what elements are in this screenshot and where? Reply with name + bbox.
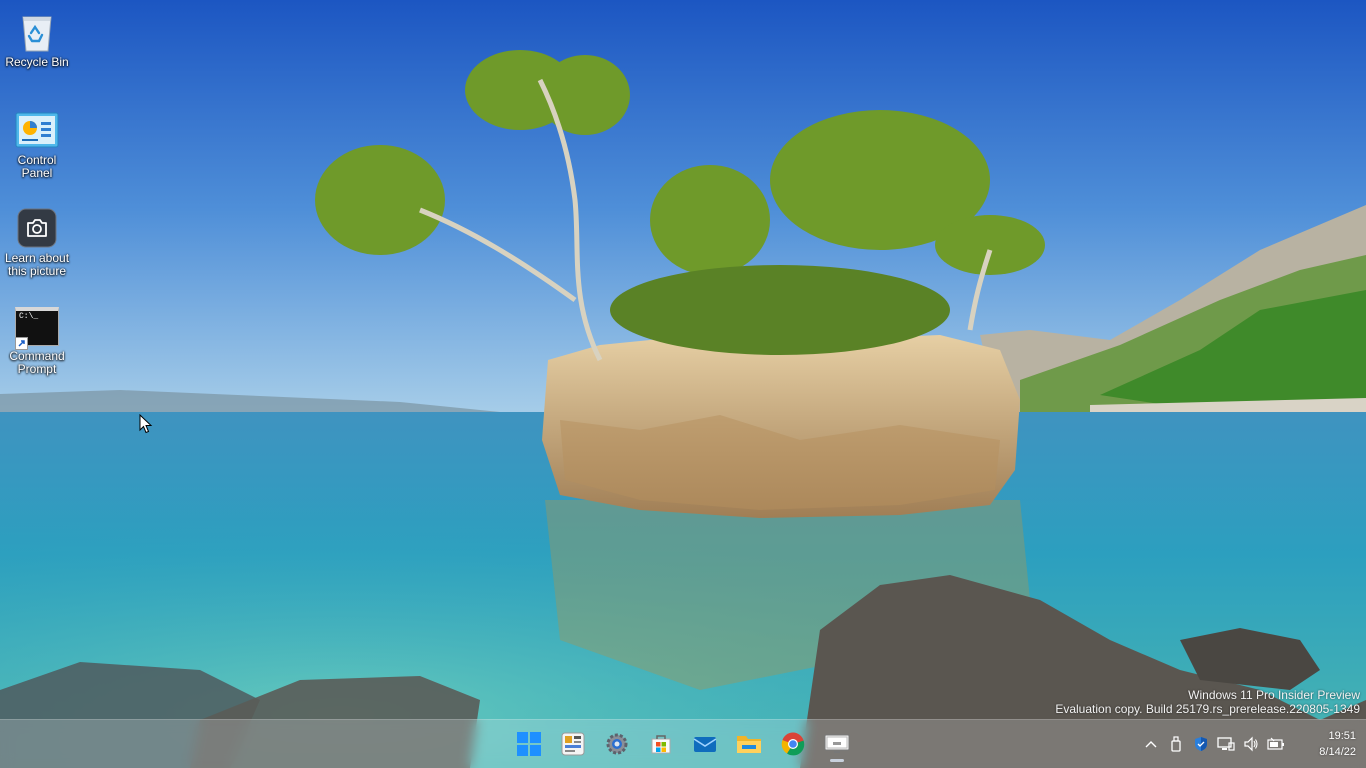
battery-icon — [1266, 737, 1284, 750]
command-prompt-icon: C:\_ — [15, 304, 59, 350]
clock-date: 8/14/22 — [1319, 746, 1356, 758]
watermark-edition: Windows 11 Pro Insider Preview — [1188, 688, 1360, 702]
shortcut-arrow-icon — [15, 337, 28, 350]
desktop-icon-label: Control Panel — [17, 153, 57, 180]
usb-icon — [1170, 736, 1181, 752]
usb-tray-button[interactable] — [1163, 729, 1188, 759]
file-explorer-button[interactable] — [727, 724, 771, 764]
recycle-bin-icon — [15, 10, 59, 54]
microsoft-store-button[interactable] — [639, 724, 683, 764]
system-tray — [1138, 720, 1288, 768]
app-button[interactable] — [815, 724, 859, 764]
desktop-wallpaper — [0, 0, 1366, 768]
active-indicator — [830, 759, 844, 762]
monitor-app-icon — [824, 734, 850, 753]
windows-logo-icon — [517, 732, 541, 756]
desktop-icon-recycle-bin[interactable]: Recycle Bin — [2, 4, 72, 69]
control-panel-icon — [15, 108, 59, 152]
desktop-icon-control-panel[interactable]: Control Panel — [2, 102, 72, 180]
chrome-button[interactable] — [771, 724, 815, 764]
widgets-button[interactable] — [551, 724, 595, 764]
settings-button[interactable] — [595, 724, 639, 764]
start-button[interactable] — [507, 724, 551, 764]
volume-tray-button[interactable] — [1238, 729, 1263, 759]
widgets-icon — [561, 732, 585, 756]
build-watermark: Windows 11 Pro Insider Preview Evaluatio… — [1055, 688, 1360, 716]
network-icon — [1216, 737, 1235, 751]
gear-icon — [606, 733, 628, 755]
desktop-icon-label: Recycle Bin — [5, 55, 69, 69]
desktop-icon-command-prompt[interactable]: C:\_ Command Prompt — [2, 298, 72, 376]
desktop-icon-label: Learn about this picture — [4, 251, 70, 278]
camera-icon — [15, 206, 59, 250]
volume-icon — [1243, 736, 1258, 752]
clock-time: 19:51 — [1328, 730, 1356, 742]
network-tray-button[interactable] — [1213, 729, 1238, 759]
watermark-build: Evaluation copy. Build 25179.rs_prerelea… — [1055, 702, 1360, 716]
desktop-icon-label: Command Prompt — [9, 349, 65, 376]
taskbar: 19:51 8/14/22 — [0, 719, 1366, 768]
defender-tray-button[interactable] — [1188, 729, 1213, 759]
mouse-cursor-icon — [139, 414, 153, 434]
taskbar-clock[interactable]: 19:51 8/14/22 — [1319, 728, 1356, 760]
defender-shield-icon — [1194, 737, 1207, 751]
cmd-glyph: C:\_ — [19, 311, 39, 321]
store-icon — [651, 735, 671, 754]
chevron-up-icon — [1145, 741, 1156, 748]
taskbar-apps — [507, 720, 859, 768]
mail-button[interactable] — [683, 724, 727, 764]
chrome-icon — [781, 732, 805, 756]
desktop-icon-learn-about-picture[interactable]: Learn about this picture — [2, 200, 72, 278]
mail-icon — [693, 737, 717, 752]
desktop[interactable]: Recycle Bin Control Panel Learn about th… — [0, 0, 1366, 768]
battery-tray-button[interactable] — [1263, 729, 1288, 759]
folder-icon — [737, 736, 761, 753]
show-hidden-icons-button[interactable] — [1138, 729, 1163, 759]
